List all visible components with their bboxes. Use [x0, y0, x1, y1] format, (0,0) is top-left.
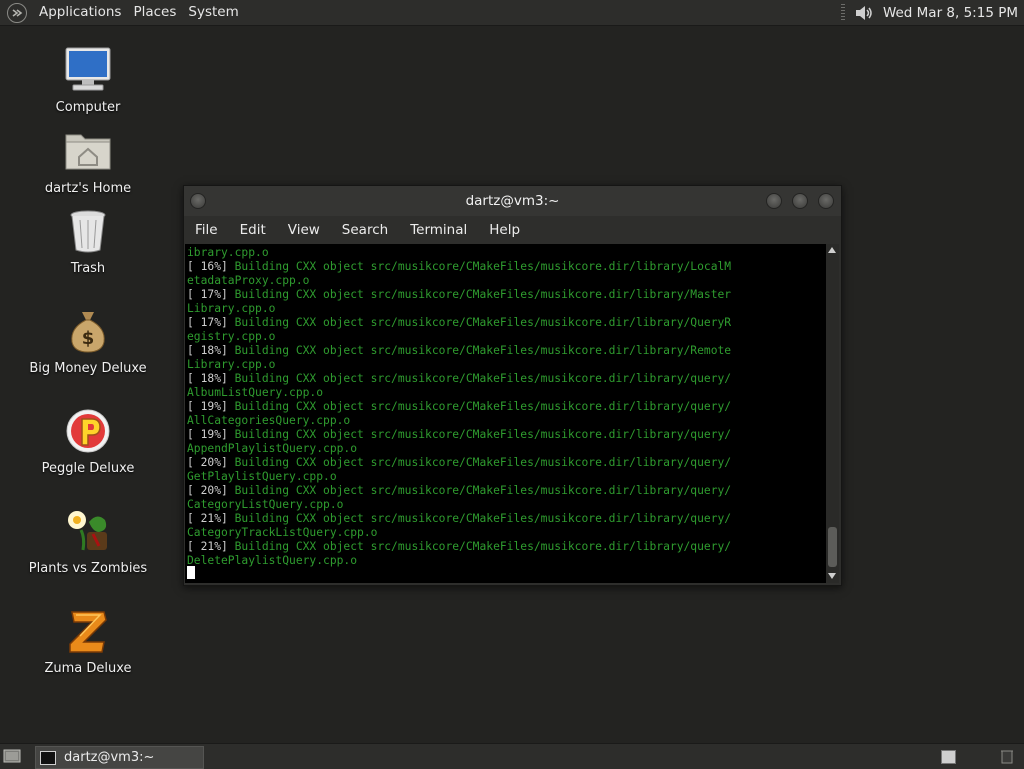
workspace-switcher-icon[interactable]: [941, 750, 956, 764]
terminal-text: ibrary.cpp.o [ 16%] Building CXX object …: [185, 244, 826, 568]
computer-icon: [65, 47, 111, 91]
terminal-scrollbar[interactable]: [826, 244, 839, 583]
window-titlebar[interactable]: dartz@vm3:~: [184, 186, 841, 216]
menu-places[interactable]: Places: [127, 0, 182, 25]
build-progress-percent: [ 16%]: [187, 260, 228, 273]
maximize-button[interactable]: [792, 193, 808, 209]
build-progress-percent: [ 17%]: [187, 316, 228, 329]
terminal-line: ibrary.cpp.o: [187, 246, 269, 259]
peggle-icon: [66, 409, 110, 453]
build-progress-percent: [ 18%]: [187, 344, 228, 357]
desktop-icon-label: Plants vs Zombies: [28, 561, 148, 576]
build-progress-percent: [ 20%]: [187, 484, 228, 497]
build-progress-percent: [ 20%]: [187, 456, 228, 469]
money-bag-icon: $: [71, 312, 105, 353]
build-progress-percent: [ 21%]: [187, 540, 228, 553]
terminal-task-icon: [40, 750, 56, 765]
terminal-line: Library.cpp.o: [187, 302, 276, 315]
desktop-icon-label: Computer: [55, 100, 121, 115]
terminal-line: AllCategoriesQuery.cpp.o: [187, 414, 351, 427]
menu-edit[interactable]: Edit: [229, 216, 277, 244]
taskbar-label: dartz@vm3:~: [64, 750, 155, 765]
scroll-down-arrow[interactable]: [828, 573, 836, 579]
bottom-panel: dartz@vm3:~: [0, 743, 1024, 769]
terminal-line: AppendPlaylistQuery.cpp.o: [187, 442, 358, 455]
terminal-line: [ 20%] Building CXX object src/musikcore…: [187, 456, 732, 469]
terminal-line: [ 18%] Building CXX object src/musikcore…: [187, 372, 732, 385]
top-panel: Applications Places System Wed Mar 8, 5:…: [0, 0, 1024, 26]
desktop-icon-plants-vs-zombies[interactable]: Plants vs Zombies: [13, 505, 163, 576]
speaker-icon[interactable]: [853, 2, 875, 24]
menu-system[interactable]: System: [182, 0, 244, 25]
terminal-line: etadataProxy.cpp.o: [187, 274, 310, 287]
terminal-line: [ 19%] Building CXX object src/musikcore…: [187, 428, 732, 441]
menu-search[interactable]: Search: [331, 216, 399, 244]
desktop-icon-label: Trash: [70, 261, 106, 276]
desktop-icon-zuma[interactable]: Zuma Deluxe: [13, 605, 163, 676]
terminal-line: [ 16%] Building CXX object src/musikcore…: [187, 260, 732, 273]
desktop-icon-computer[interactable]: Computer: [13, 44, 163, 115]
plants-vs-zombies-icon: [68, 511, 107, 551]
menu-file[interactable]: File: [184, 216, 229, 244]
terminal-window[interactable]: dartz@vm3:~ File Edit View Search Termin…: [183, 185, 842, 586]
terminal-line: [ 21%] Building CXX object src/musikcore…: [187, 512, 732, 525]
desktop-icon-trash[interactable]: Trash: [13, 205, 163, 276]
desktop-icon-label: Big Money Deluxe: [29, 361, 147, 376]
desktop-icon-label: dartz's Home: [44, 181, 132, 196]
terminal-line: [ 18%] Building CXX object src/musikcore…: [187, 344, 732, 357]
taskbar-button-terminal[interactable]: dartz@vm3:~: [35, 746, 204, 769]
desktop-icon-peggle[interactable]: Peggle Deluxe: [13, 405, 163, 476]
panel-handle: [840, 3, 845, 22]
terminal-line: Library.cpp.o: [187, 358, 276, 371]
menu-terminal[interactable]: Terminal: [399, 216, 478, 244]
build-progress-percent: [ 19%]: [187, 400, 228, 413]
zuma-icon: [69, 611, 107, 653]
desktop-icon-big-money[interactable]: $ Big Money Deluxe: [13, 305, 163, 376]
minimize-button[interactable]: [766, 193, 782, 209]
desktop-icon-label: Peggle Deluxe: [41, 461, 135, 476]
svg-text:$: $: [82, 328, 95, 349]
close-button[interactable]: [818, 193, 834, 209]
terminal-line: CategoryListQuery.cpp.o: [187, 498, 344, 511]
build-progress-percent: [ 19%]: [187, 428, 228, 441]
trash-applet-icon[interactable]: [1000, 748, 1014, 764]
terminal-line: [ 17%] Building CXX object src/musikcore…: [187, 316, 732, 329]
terminal-cursor: [187, 566, 195, 579]
build-progress-percent: [ 21%]: [187, 512, 228, 525]
desktop-icon-home[interactable]: dartz's Home: [13, 125, 163, 196]
menu-view[interactable]: View: [277, 216, 331, 244]
terminal-line: [ 21%] Building CXX object src/musikcore…: [187, 540, 732, 553]
scroll-thumb[interactable]: [828, 527, 837, 567]
terminal-line: [ 19%] Building CXX object src/musikcore…: [187, 400, 732, 413]
terminal-line: [ 20%] Building CXX object src/musikcore…: [187, 484, 732, 497]
menu-applications[interactable]: Applications: [33, 0, 127, 25]
terminal-line: [ 17%] Building CXX object src/musikcore…: [187, 288, 732, 301]
terminal-output[interactable]: ibrary.cpp.o [ 16%] Building CXX object …: [185, 244, 826, 583]
terminal-line: GetPlaylistQuery.cpp.o: [187, 470, 337, 483]
terminal-menubar: File Edit View Search Terminal Help: [184, 216, 841, 244]
scroll-up-arrow[interactable]: [828, 247, 836, 253]
clock[interactable]: Wed Mar 8, 5:15 PM: [883, 5, 1018, 21]
terminal-line: CategoryTrackListQuery.cpp.o: [187, 526, 378, 539]
terminal-line: egistry.cpp.o: [187, 330, 276, 343]
trash-icon: [70, 210, 106, 253]
distro-logo-icon[interactable]: [7, 2, 27, 23]
window-title: dartz@vm3:~: [465, 193, 560, 209]
menu-help[interactable]: Help: [478, 216, 531, 244]
desktop-icon-label: Zuma Deluxe: [44, 661, 132, 676]
home-folder-icon: [65, 134, 111, 170]
build-progress-percent: [ 17%]: [187, 288, 228, 301]
terminal-line: AlbumListQuery.cpp.o: [187, 386, 324, 399]
build-progress-percent: [ 18%]: [187, 372, 228, 385]
show-desktop-icon[interactable]: [3, 748, 21, 764]
terminal-line: DeletePlaylistQuery.cpp.o: [187, 554, 358, 567]
